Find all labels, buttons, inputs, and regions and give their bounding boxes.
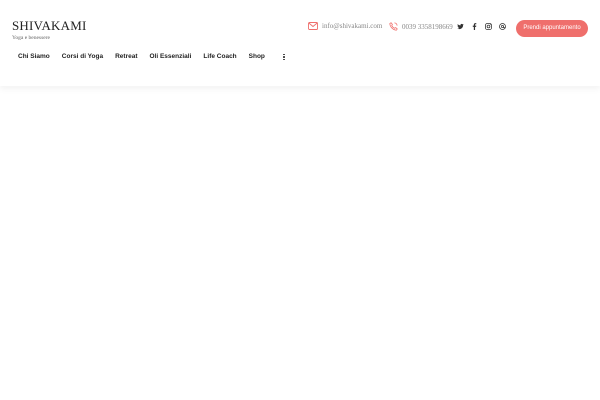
main-nav: Chi Siamo Corsi di Yoga Retreat Oli Esse… [18,52,287,62]
threads-icon[interactable] [499,23,506,30]
brand-name: SHIVAKAMI [12,18,87,33]
envelope-icon [308,22,318,30]
nav-item-chi-siamo[interactable]: Chi Siamo [18,52,50,62]
brand-logo[interactable]: SHIVAKAMI Yoga e benessere [12,19,87,42]
nav-item-life-coach[interactable]: Life Coach [203,52,236,62]
instagram-icon[interactable] [485,23,492,30]
contact-phone-link[interactable]: 0039 3358198669 [389,22,453,31]
twitter-icon[interactable] [457,23,464,30]
more-vertical-icon[interactable] [281,52,287,62]
contact-email-text: info@shivakami.com [322,22,383,30]
brand-tagline: Yoga e benessere [12,35,50,41]
contact-phone-text: 0039 3358198669 [402,22,453,31]
site-header: SHIVAKAMI Yoga e benessere info@shivakam… [0,0,600,86]
social-links [457,23,506,30]
nav-item-shop[interactable]: Shop [249,52,265,62]
nav-item-oli-essenziali[interactable]: Oli Essenziali [150,52,192,62]
contact-email-link[interactable]: info@shivakami.com [308,22,382,30]
page-content [0,86,600,400]
phone-icon [389,22,398,31]
nav-item-retreat[interactable]: Retreat [115,52,137,62]
facebook-icon[interactable] [471,23,478,30]
book-appointment-button[interactable]: Prendi appuntamento [516,20,588,37]
nav-item-corsi-di-yoga[interactable]: Corsi di Yoga [62,52,103,62]
